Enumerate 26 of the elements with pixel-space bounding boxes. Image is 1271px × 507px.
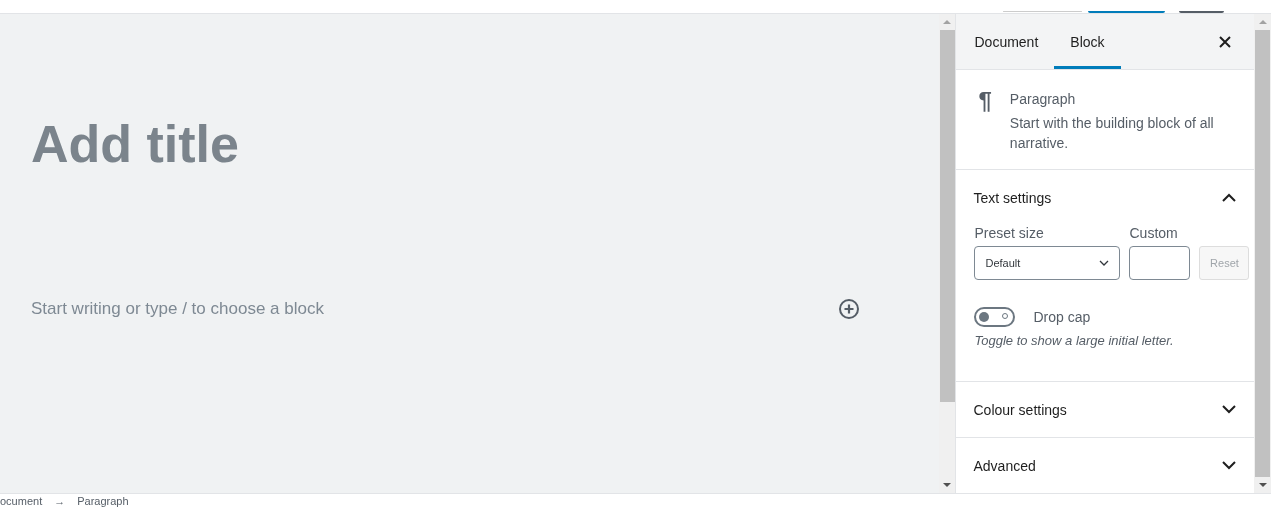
sidebar-tab[interactable]: Block — [1054, 14, 1121, 69]
preset-size-select[interactable]: Default — [974, 246, 1121, 280]
sidebar-tab[interactable]: Document — [958, 14, 1055, 69]
scrollbar-thumb[interactable] — [1255, 30, 1270, 477]
block-description: Start with the building block of all narrative. — [1009, 114, 1215, 153]
chevron-down-icon — [1099, 260, 1110, 266]
block-title: Paragraph — [1009, 91, 1077, 107]
breadcrumb-item[interactable]: Paragraph — [77, 494, 129, 507]
chevron-up-icon — [1222, 193, 1236, 202]
paragraph-icon: ¶ — [978, 88, 992, 153]
custom-size-field[interactable] — [1129, 246, 1191, 280]
help-text: Toggle to show a large initial letter. — [974, 333, 1175, 348]
field-label: Custom — [1129, 225, 1178, 241]
chevron-down-icon — [1222, 405, 1236, 414]
breadcrumb-separator: → — [54, 494, 66, 507]
toggle-label: Drop cap — [1033, 309, 1091, 325]
drop-cap-toggle[interactable] — [974, 307, 1016, 327]
panel-header[interactable]: Colour settings — [956, 382, 1254, 437]
breadcrumb-item[interactable]: ocument — [0, 494, 43, 507]
panel-header[interactable]: Text settings — [956, 170, 1254, 225]
scrollbar-thumb[interactable] — [939, 30, 955, 402]
panel-header[interactable]: Advanced — [956, 438, 1254, 493]
field-label: Preset size — [974, 225, 1045, 241]
chevron-down-icon — [1222, 461, 1236, 470]
close-button[interactable] — [1219, 35, 1231, 48]
add-block-icon[interactable] — [838, 298, 860, 320]
